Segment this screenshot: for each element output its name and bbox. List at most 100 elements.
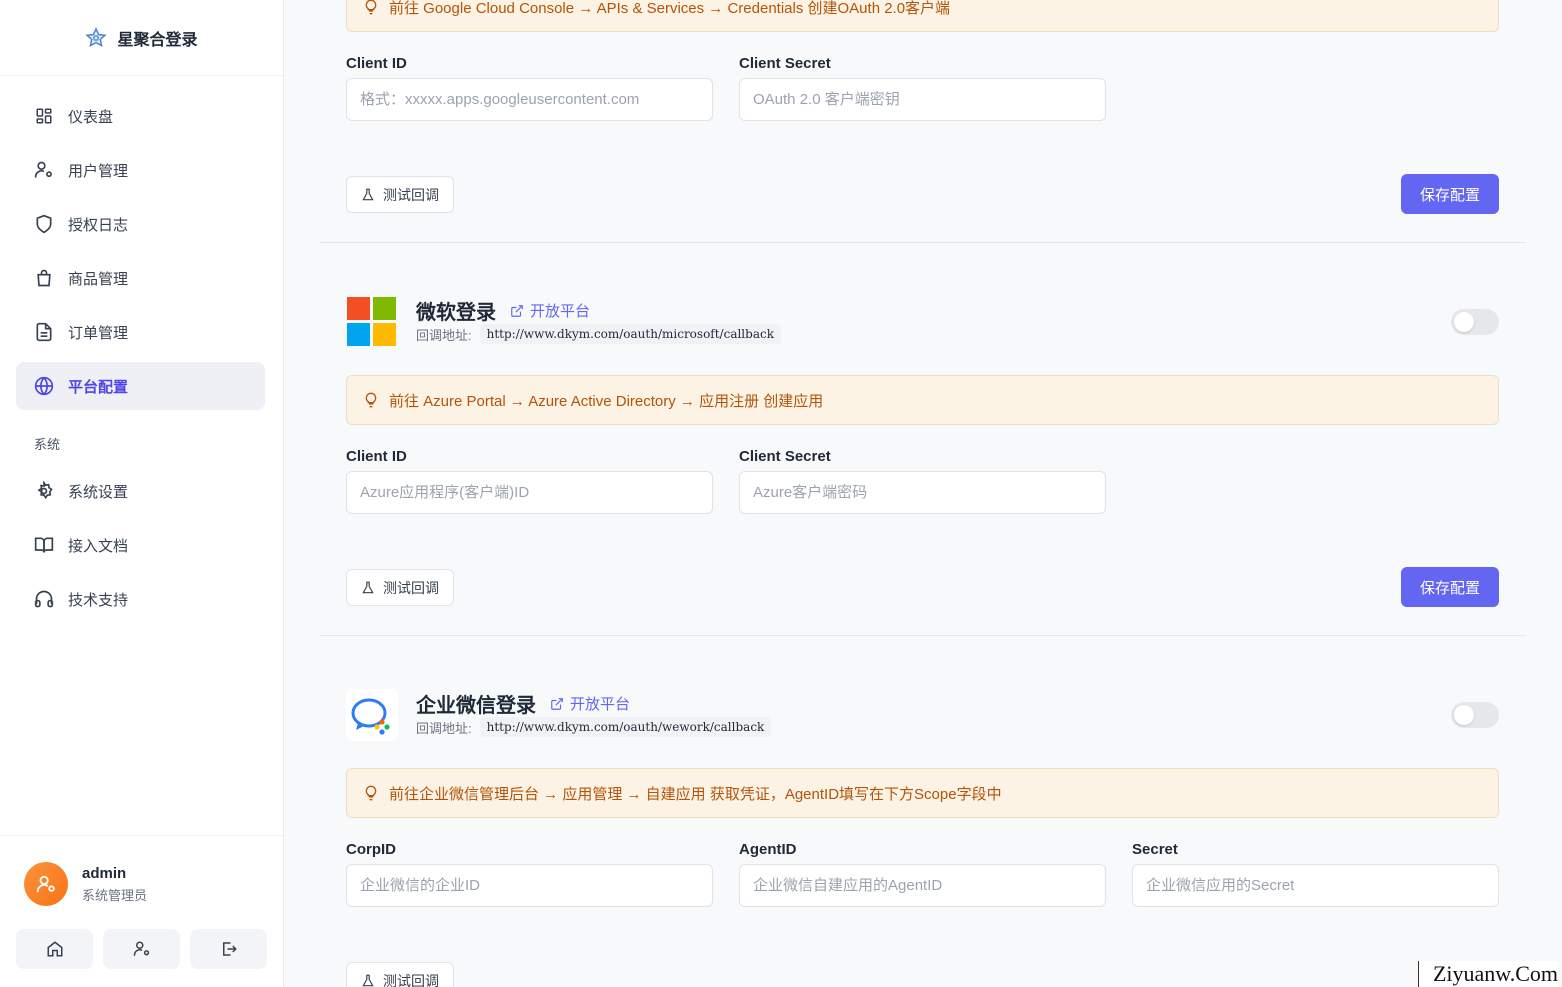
sidebar-item-support[interactable]: 技术支持: [16, 575, 265, 623]
callback-url: http://www.dkym.com/oauth/wework/callbac…: [479, 717, 772, 737]
microsoft-header: 微软登录 开放平台: [416, 296, 590, 325]
sidebar-item-products[interactable]: 商品管理: [16, 254, 265, 302]
wework-corpid-input[interactable]: [346, 864, 713, 907]
wework-agentid-label: AgentID: [739, 841, 797, 858]
wework-callback: 回调地址: http://www.dkym.com/oauth/wework/c…: [416, 717, 772, 737]
sidebar-item-label: 系统设置: [68, 483, 129, 501]
star-logo-icon: [85, 26, 108, 47]
microsoft-enable-toggle[interactable]: [1451, 309, 1499, 335]
button-label: 测试回调: [383, 579, 439, 596]
wework-hint: 前往企业微信管理后台 → 应用管理 → 自建应用 获取凭证，AgentID填写在…: [346, 768, 1499, 818]
sidebar-item-users[interactable]: 用户管理: [16, 146, 265, 194]
google-hint: 前往 Google Cloud Console → APIs & Service…: [346, 0, 1499, 32]
wework-logo: [346, 689, 398, 741]
dashboard-icon: [34, 106, 54, 126]
home-button[interactable]: [16, 929, 93, 969]
wework-secret-input[interactable]: [1132, 864, 1499, 907]
wework-enable-toggle[interactable]: [1451, 702, 1499, 728]
section-divider: [319, 635, 1526, 636]
sidebar-item-label: 订单管理: [68, 324, 129, 342]
flask-icon: [362, 974, 374, 986]
sidebar-item-orders[interactable]: 订单管理: [16, 308, 265, 356]
link-label: 开放平台: [570, 696, 631, 713]
hint-text: 前往企业微信管理后台 → 应用管理 → 自建应用 获取凭证，AgentID填写在…: [389, 785, 1002, 803]
microsoft-save-button[interactable]: 保存配置: [1401, 567, 1499, 607]
microsoft-open-platform-link[interactable]: 开放平台: [510, 300, 590, 321]
microsoft-callback: 回调地址: http://www.dkym.com/oauth/microsof…: [416, 324, 781, 344]
nav-section-title: 系统: [34, 437, 61, 452]
file-text-icon: [34, 322, 54, 342]
google-save-button[interactable]: 保存配置: [1401, 174, 1499, 214]
watermark: Ziyuanw.Com: [1417, 961, 1558, 987]
callback-label: 回调地址:: [416, 327, 472, 343]
profile-button[interactable]: [103, 929, 180, 969]
section-divider: [319, 242, 1526, 243]
google-client-id-label: Client ID: [346, 55, 407, 72]
shopping-bag-icon: [34, 268, 54, 288]
user-profile[interactable]: admin 系统管理员: [0, 836, 283, 906]
microsoft-client-id-label: Client ID: [346, 448, 407, 465]
toggle-knob: [1454, 705, 1474, 725]
provider-title: 企业微信登录: [416, 695, 536, 717]
sidebar-item-label: 接入文档: [68, 537, 129, 555]
sidebar-item-label: 授权日志: [68, 216, 129, 234]
avatar: [24, 862, 68, 906]
sidebar-item-dashboard[interactable]: 仪表盘: [16, 92, 265, 140]
sidebar-item-auth-logs[interactable]: 授权日志: [16, 200, 265, 248]
gear-icon: [34, 481, 54, 501]
user-icon: [36, 875, 55, 893]
google-client-secret-label: Client Secret: [739, 55, 831, 72]
microsoft-client-id-input[interactable]: [346, 471, 713, 514]
lightbulb-icon: [363, 0, 379, 15]
external-link-icon: [551, 697, 563, 710]
user-cog-icon: [133, 941, 149, 956]
wework-corpid-label: CorpID: [346, 841, 396, 858]
hint-text: 前往 Azure Portal → Azure Active Directory…: [389, 392, 824, 410]
logout-icon: [222, 942, 237, 956]
flask-icon: [362, 581, 374, 593]
headset-icon: [34, 589, 54, 609]
microsoft-test-callback-button[interactable]: 测试回调: [346, 569, 454, 606]
google-client-secret-input[interactable]: [739, 78, 1106, 121]
sidebar-item-platform-config[interactable]: 平台配置: [16, 362, 265, 410]
user-name: admin: [82, 864, 127, 882]
microsoft-logo: [346, 296, 398, 348]
google-test-callback-button[interactable]: 测试回调: [346, 176, 454, 213]
wework-agentid-input[interactable]: [739, 864, 1106, 907]
sidebar-item-label: 技术支持: [68, 591, 129, 609]
button-label: 测试回调: [383, 186, 439, 203]
user-cog-icon: [34, 160, 54, 180]
provider-title: 微软登录: [416, 302, 496, 324]
main-content: 前往 Google Cloud Console → APIs & Service…: [284, 0, 1562, 987]
wework-secret-label: Secret: [1132, 841, 1178, 858]
external-link-icon: [511, 304, 523, 317]
button-label: 测试回调: [383, 972, 439, 987]
logout-button[interactable]: [190, 929, 267, 969]
globe-icon: [34, 376, 54, 396]
user-meta: admin 系统管理员: [82, 865, 147, 904]
main-nav: 仪表盘 用户管理 授权日志 商品管理 订单管理 平台配置 系统 系统设置 接入文…: [0, 76, 283, 623]
brand-name: 星聚合登录: [117, 31, 198, 49]
user-role: 系统管理员: [82, 887, 148, 903]
quick-actions: [16, 929, 267, 969]
sidebar-footer: admin 系统管理员: [0, 835, 283, 987]
wework-open-platform-link[interactable]: 开放平台: [550, 693, 630, 714]
sidebar-item-system-settings[interactable]: 系统设置: [16, 467, 265, 515]
lightbulb-icon: [363, 392, 379, 408]
sidebar-item-docs[interactable]: 接入文档: [16, 521, 265, 569]
callback-label: 回调地址:: [416, 720, 472, 736]
sidebar-item-label: 用户管理: [68, 162, 129, 180]
home-icon: [47, 941, 62, 957]
sidebar-item-label: 仪表盘: [68, 108, 114, 126]
wework-test-callback-button[interactable]: 测试回调: [346, 962, 454, 987]
brand[interactable]: 星聚合登录: [0, 0, 283, 76]
microsoft-client-secret-label: Client Secret: [739, 448, 831, 465]
microsoft-hint: 前往 Azure Portal → Azure Active Directory…: [346, 375, 1499, 425]
sidebar: 星聚合登录 仪表盘 用户管理 授权日志 商品管理 订单管理 平台配置 系统 系统…: [0, 0, 284, 987]
link-label: 开放平台: [530, 303, 591, 320]
sidebar-item-label: 商品管理: [68, 270, 129, 288]
google-client-id-input[interactable]: [346, 78, 713, 121]
microsoft-client-secret-input[interactable]: [739, 471, 1106, 514]
lightbulb-icon: [363, 785, 379, 801]
toggle-knob: [1454, 312, 1474, 332]
